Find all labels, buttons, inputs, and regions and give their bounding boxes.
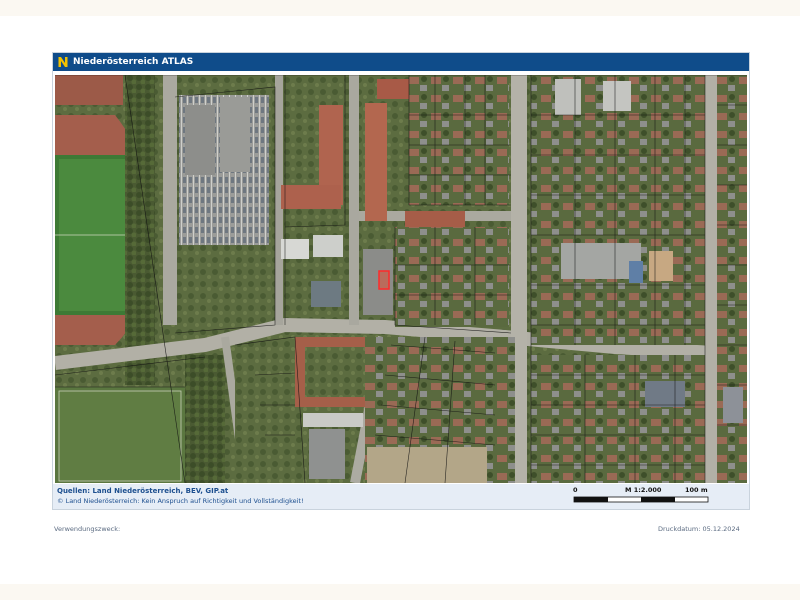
- aerial-map-image: [55, 75, 747, 483]
- print-date: Druckdatum: 05.12.2024: [658, 525, 740, 533]
- scale-bar-graphic: [573, 496, 709, 503]
- atlas-title: Niederösterreich ATLAS: [73, 57, 194, 67]
- scale-end-label: 100 m: [685, 486, 708, 494]
- map-sources: Quellen: Land Niederösterreich, BEV, GIP…: [57, 487, 229, 495]
- scale-ratio-label: M 1:2.000: [625, 486, 662, 494]
- aerial-map[interactable]: [55, 75, 747, 483]
- map-footer: Quellen: Land Niederösterreich, BEV, GIP…: [53, 484, 749, 509]
- scale-start-label: 0: [573, 486, 578, 494]
- map-disclaimer: © Land Niederösterreich: Kein Anspruch a…: [57, 497, 304, 505]
- atlas-title-bar: Niederösterreich ATLAS: [53, 53, 749, 71]
- noe-n-logo-icon: [57, 56, 69, 68]
- atlas-map-frame: Niederösterreich ATLAS Quellen: Land Nie…: [52, 52, 750, 510]
- scale-bar: 0 M 1:2.000 100 m: [573, 486, 713, 506]
- purpose-label: Verwendungszweck:: [54, 525, 121, 533]
